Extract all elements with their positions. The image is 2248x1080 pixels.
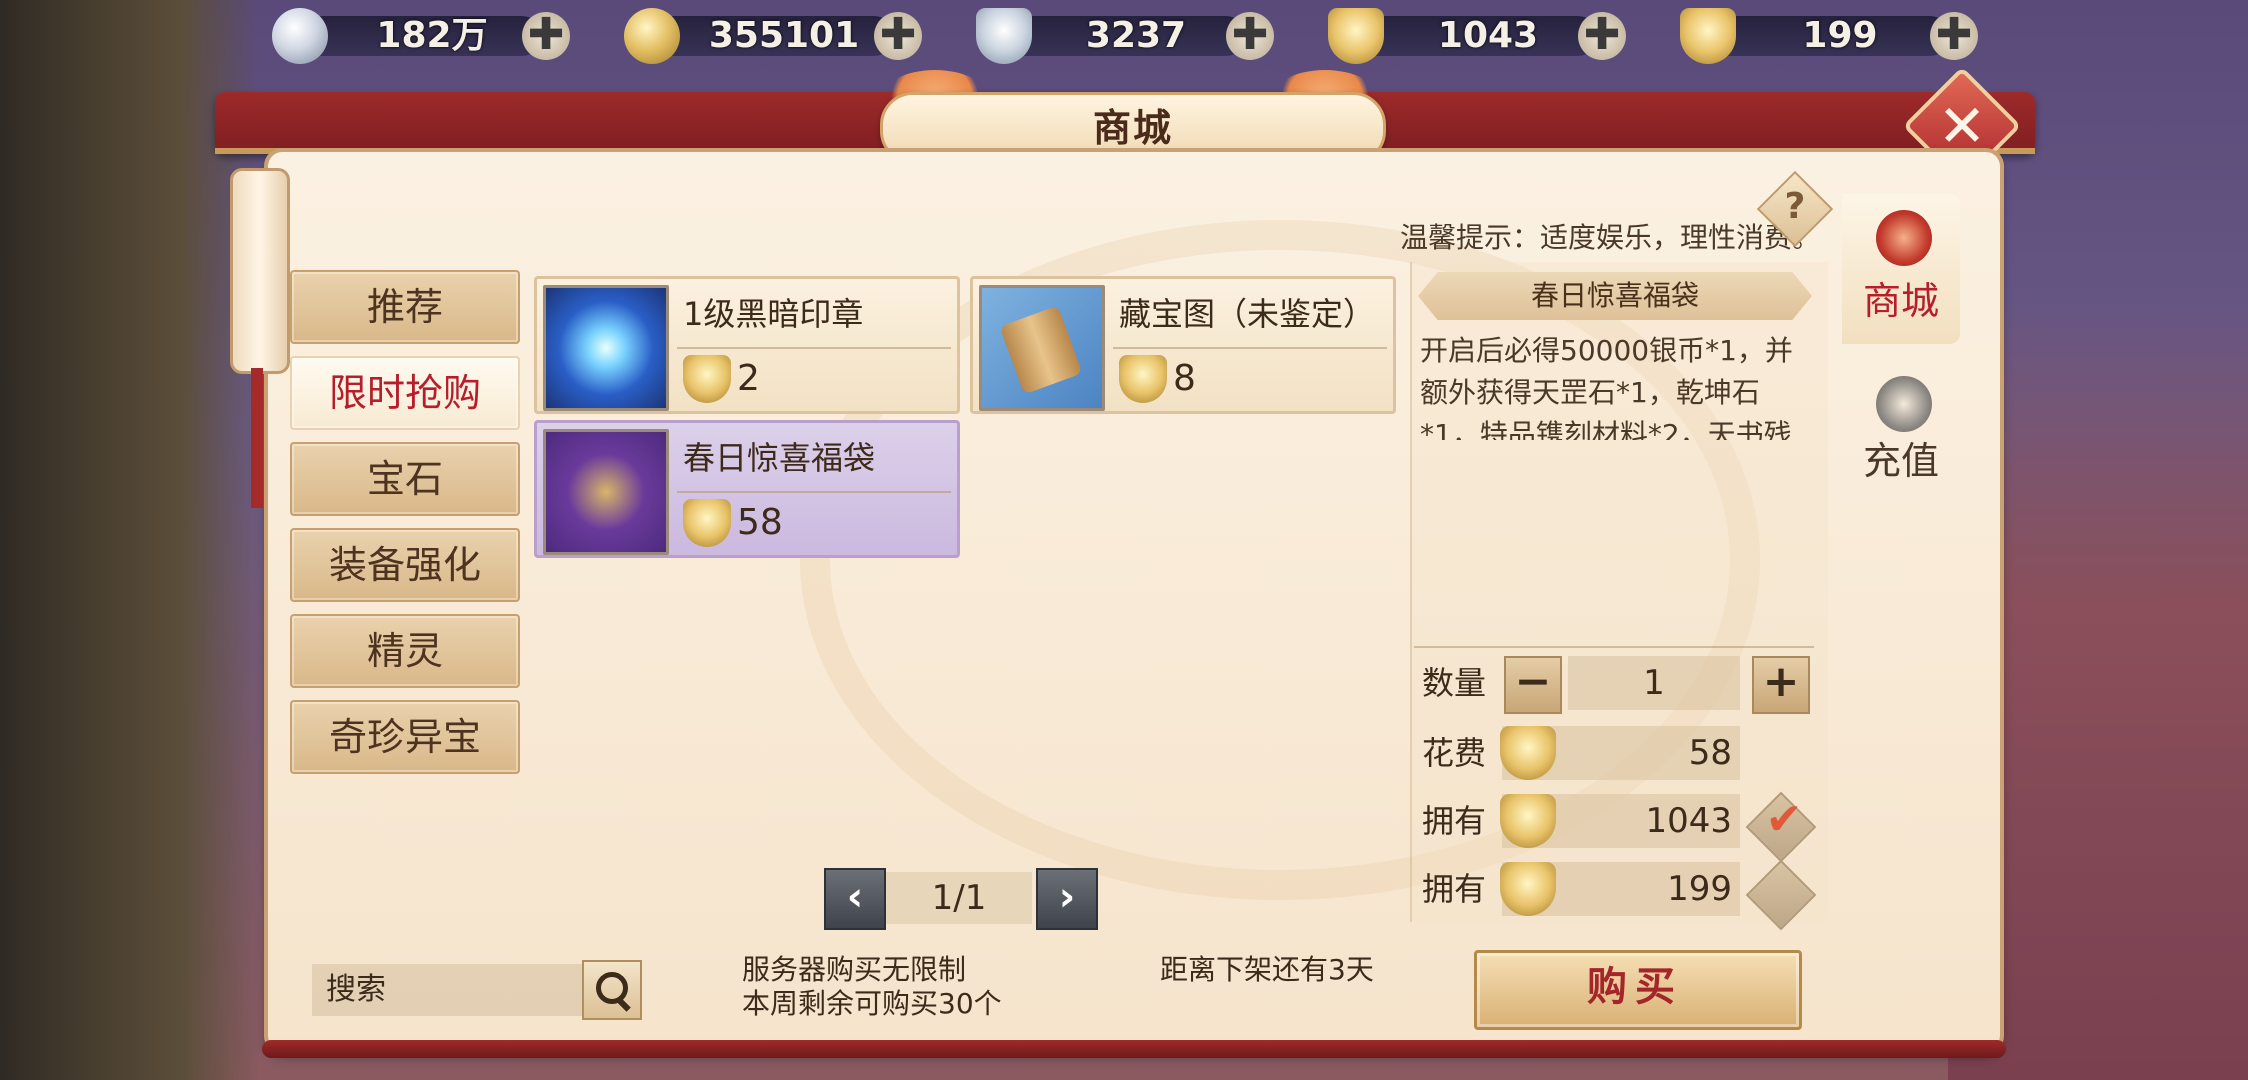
item-card[interactable]: 1级黑暗印章 2 xyxy=(534,276,960,414)
background-left xyxy=(0,0,260,1080)
prev-page-button[interactable]: ‹ xyxy=(824,868,886,930)
spring-lucky-bag-icon xyxy=(543,429,669,555)
tassel-decoration xyxy=(251,368,263,508)
bound-gold-ingot-icon xyxy=(1500,794,1556,848)
currency-gold-ingot: 199 ✚ xyxy=(1680,8,1980,64)
category-limited-sale[interactable]: 限时抢购 xyxy=(290,356,520,430)
next-page-button[interactable]: › xyxy=(1036,868,1098,930)
own-label: 拥有 xyxy=(1422,802,1487,840)
item-card-selected[interactable]: 春日惊喜福袋 58 xyxy=(534,420,960,558)
currency-bound-gold-ingot: 1043 ✚ xyxy=(1328,8,1628,64)
shop-icon xyxy=(1876,210,1932,266)
silver-coin-icon xyxy=(272,8,328,64)
divider xyxy=(1113,347,1387,349)
currency-value: 182万 xyxy=(376,15,488,56)
currency-value: 355101 xyxy=(708,15,860,56)
quantity-plus-button[interactable]: + xyxy=(1752,656,1810,714)
divider xyxy=(677,347,951,349)
bound-gold-ingot-icon xyxy=(1328,8,1384,64)
item-price: 58 xyxy=(737,502,783,543)
dark-seal-icon xyxy=(543,285,669,411)
add-silver-coin-button[interactable]: ✚ xyxy=(522,12,570,60)
divider xyxy=(677,491,951,493)
side-tab-recharge-label: 充值 xyxy=(1862,439,1939,483)
gold-coin-icon xyxy=(624,8,680,64)
add-gold-ingot-button[interactable]: ✚ xyxy=(1930,12,1978,60)
category-spirits[interactable]: 精灵 xyxy=(290,614,520,688)
side-tab-shop-label: 商城 xyxy=(1862,279,1939,323)
currency-value: 199 xyxy=(1802,15,1878,56)
recharge-icon xyxy=(1876,376,1932,432)
currency-value: 3237 xyxy=(1085,15,1187,56)
server-purchase-limit: 服务器购买无限制 xyxy=(742,953,967,986)
search-placeholder[interactable]: 搜索 xyxy=(326,964,386,1016)
silver-ingot-icon xyxy=(976,8,1032,64)
category-recommended[interactable]: 推荐 xyxy=(290,270,520,344)
time-until-removal: 距离下架还有3天 xyxy=(1160,953,1374,986)
category-equipment-enhance[interactable]: 装备强化 xyxy=(290,528,520,602)
bound-gold-ingot-icon xyxy=(683,499,731,547)
treasure-map-icon xyxy=(979,285,1105,411)
divider xyxy=(1414,646,1814,648)
currency-gold-coin: 355101 ✚ xyxy=(624,8,924,64)
cost-label: 花费 xyxy=(1422,734,1487,772)
own-bound-gold-value: 1043 xyxy=(1645,801,1732,841)
category-rare-treasures[interactable]: 奇珍异宝 xyxy=(290,700,520,774)
gold-ingot-icon xyxy=(1500,862,1556,916)
currency-silver-ingot: 3237 ✚ xyxy=(976,8,1276,64)
own-label: 拥有 xyxy=(1422,870,1487,908)
detail-description[interactable]: 开启后必得50000银币*1，并额外获得天罡石*1，乾坤石*1，特品镌刻材料*2… xyxy=(1420,330,1818,440)
add-bound-gold-ingot-button[interactable]: ✚ xyxy=(1578,12,1626,60)
lantern-decoration-icon xyxy=(230,168,290,374)
bound-gold-ingot-icon xyxy=(1119,355,1167,403)
check-icon[interactable]: ✔ xyxy=(1756,792,1812,848)
currency-silver-coin: 182万 ✚ xyxy=(272,8,572,64)
item-price: 2 xyxy=(737,358,760,399)
quantity-label: 数量 xyxy=(1422,664,1487,702)
item-card[interactable]: 藏宝图（未鉴定） 8 xyxy=(970,276,1396,414)
category-gems[interactable]: 宝石 xyxy=(290,442,520,516)
item-price: 8 xyxy=(1173,358,1196,399)
detail-title: 春日惊喜福袋 xyxy=(1530,279,1699,312)
item-name: 藏宝图（未鉴定） xyxy=(1119,295,1376,333)
gold-ingot-icon xyxy=(1680,8,1736,64)
add-gold-coin-button[interactable]: ✚ xyxy=(874,12,922,60)
own-gold-value: 199 xyxy=(1667,869,1732,909)
currency-value: 1043 xyxy=(1437,15,1539,56)
panel-bottom-border xyxy=(262,1040,2006,1058)
item-name: 1级黑暗印章 xyxy=(683,295,864,333)
page-indicator: 1/1 xyxy=(886,872,1032,924)
bound-gold-ingot-icon xyxy=(683,355,731,403)
moderation-tip: 温馨提示：适度娱乐，理性消费。 xyxy=(1399,221,1820,254)
question-icon[interactable]: ? xyxy=(1768,180,1822,234)
buy-button-label[interactable]: 购买 xyxy=(1474,950,1796,1024)
bound-gold-ingot-icon xyxy=(1500,726,1556,780)
quantity-minus-button[interactable]: − xyxy=(1504,656,1562,714)
quantity-field[interactable]: 1 xyxy=(1568,656,1740,710)
week-remaining: 本周剩余可购买30个 xyxy=(742,987,1002,1020)
item-name: 春日惊喜福袋 xyxy=(683,439,876,477)
cost-value: 58 xyxy=(1688,733,1732,773)
add-silver-ingot-button[interactable]: ✚ xyxy=(1226,12,1274,60)
